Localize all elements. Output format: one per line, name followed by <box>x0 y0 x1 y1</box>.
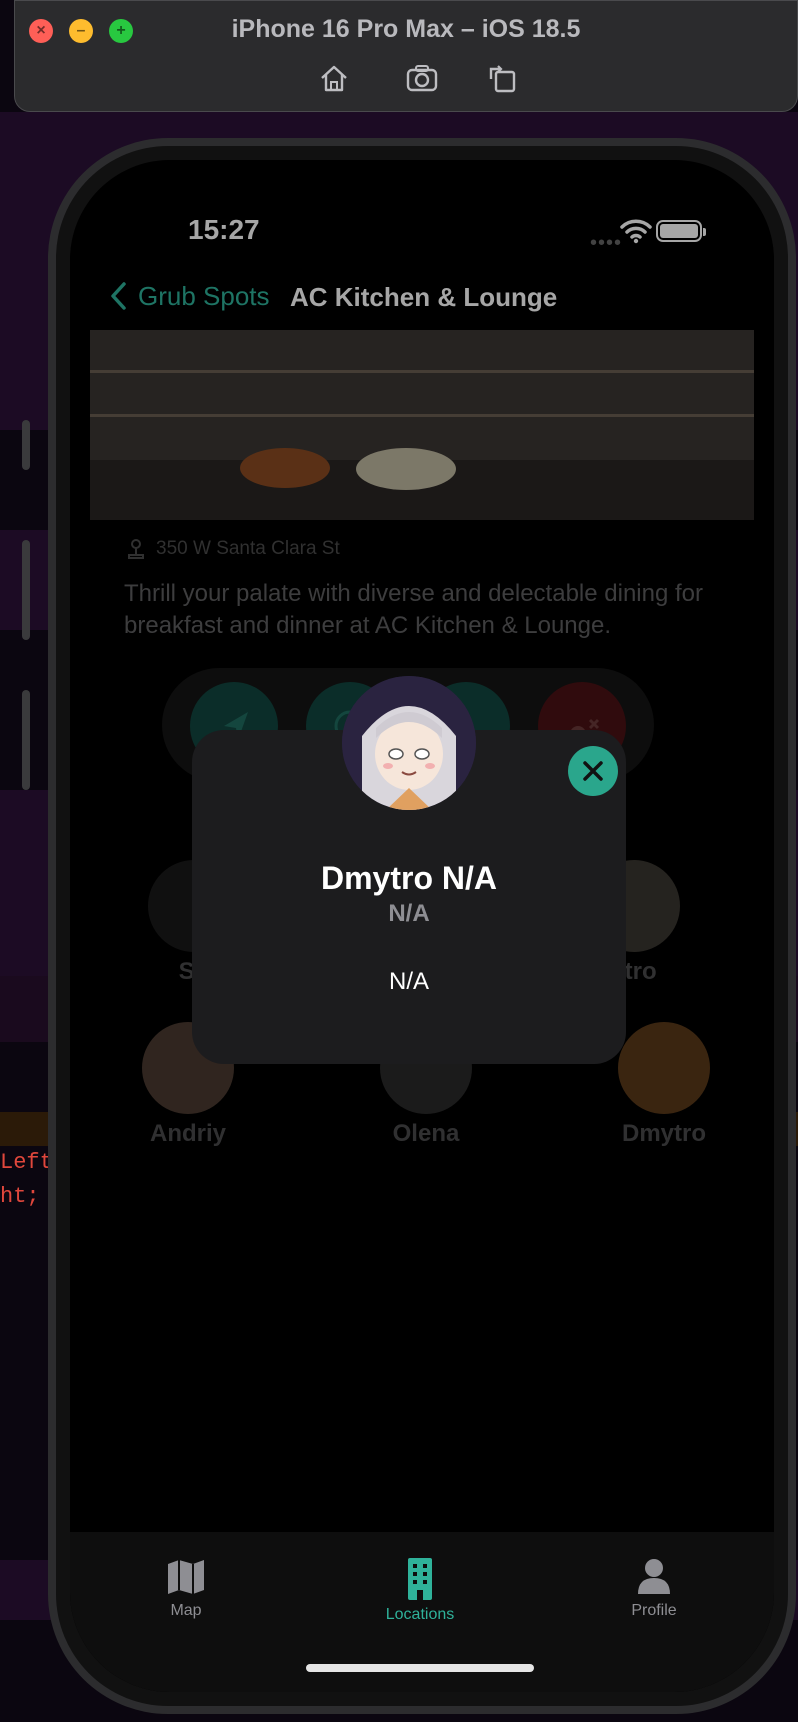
screenshot-icon[interactable] <box>405 61 439 95</box>
side-button <box>22 540 30 640</box>
anime-avatar-icon <box>342 676 476 810</box>
modal-close-button[interactable] <box>568 746 618 796</box>
person-icon <box>638 1559 670 1594</box>
map-icon <box>168 1560 204 1594</box>
tab-bar: Map Locations Profile <box>70 1532 774 1692</box>
modal-avatar <box>342 676 476 810</box>
simulator-titlebar: × – + iPhone 16 Pro Max – iOS 18.5 <box>14 0 798 112</box>
modal-subtitle: N/A <box>388 900 430 927</box>
phone-frame: 15:27 •••• Grub Spots AC Kitchen & Loung… <box>48 138 796 1714</box>
rotate-icon[interactable] <box>485 61 519 95</box>
home-indicator[interactable] <box>306 1664 534 1672</box>
home-icon[interactable] <box>317 61 351 95</box>
building-icon <box>408 1558 432 1600</box>
side-button <box>22 420 30 470</box>
phone-screen: 15:27 •••• Grub Spots AC Kitchen & Loung… <box>70 160 774 1692</box>
tab-label: Map <box>170 1602 202 1619</box>
tab-label: Locations <box>385 1606 455 1623</box>
side-button <box>22 690 30 790</box>
tab-profile[interactable]: Profile <box>594 1558 714 1620</box>
modal-name: Dmytro N/A <box>320 860 497 896</box>
modal-bio: N/A <box>388 968 429 995</box>
simulator-title: iPhone 16 Pro Max – iOS 18.5 <box>231 15 581 43</box>
tab-label: Profile <box>631 1602 677 1619</box>
tab-map[interactable]: Map <box>126 1558 246 1620</box>
simulator-window: × – + iPhone 16 Pro Max – iOS 18.5 15:27 <box>14 0 798 1722</box>
tab-locations[interactable]: Locations <box>360 1558 480 1624</box>
close-icon <box>583 761 603 781</box>
